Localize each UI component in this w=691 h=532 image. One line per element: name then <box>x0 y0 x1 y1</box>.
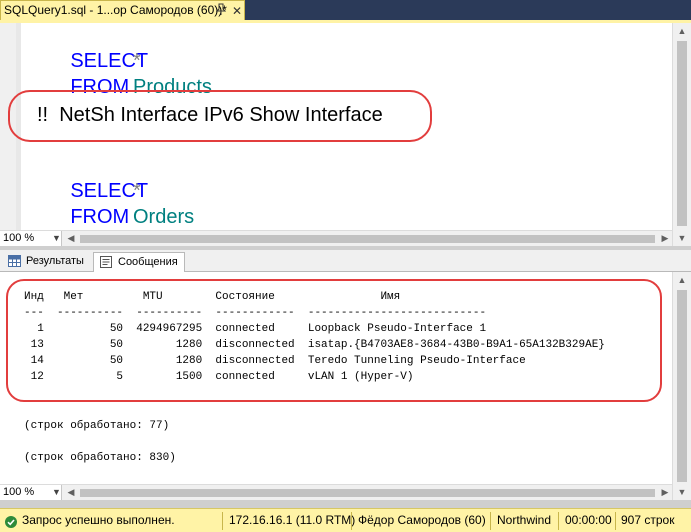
sql-star: * <box>133 180 141 202</box>
editor-zoom-bar: 100 % ▼ ◀ ▶ <box>0 230 672 246</box>
scroll-up-icon[interactable]: ▲ <box>673 272 691 288</box>
status-database: Northwind <box>497 513 552 527</box>
tab-results[interactable]: Результаты <box>2 252 90 272</box>
status-elapsed: 00:00:00 <box>565 513 612 527</box>
results-zoom-bar: 100 % ▼ ◀ ▶ <box>0 484 672 500</box>
messages-vertical-scrollbar[interactable]: ▲ ▼ <box>672 272 691 500</box>
status-server: 172.16.16.1 (11.0 RTM) <box>229 513 356 527</box>
close-icon[interactable]: ✕ <box>232 2 242 20</box>
scroll-right-icon[interactable]: ▶ <box>658 485 672 500</box>
message-row: 13 50 1280 disconnected isatap.{B4703AE8… <box>24 339 605 351</box>
status-separator <box>615 512 616 530</box>
zoom-value: 100 % <box>3 232 35 244</box>
messages-header: Инд Мет MTU Состояние Имя <box>24 291 401 303</box>
message-row: 12 5 1500 connected vLAN 1 (Hyper-V) <box>24 371 414 383</box>
sql-star: * <box>133 50 141 72</box>
document-tab-title: SQLQuery1.sql - 1...ор Самородов (60))* <box>4 3 227 17</box>
scroll-down-icon[interactable]: ▼ <box>673 484 691 500</box>
editor-zoom-select[interactable]: 100 % ▼ <box>0 231 62 246</box>
rows-affected-message: (строк обработано: 830) <box>24 452 176 464</box>
scroll-thumb[interactable] <box>677 41 687 226</box>
tab-messages[interactable]: Сообщения <box>93 252 185 273</box>
ssms-window: SQLQuery1.sql - 1...ор Самородов (60))* … <box>0 0 691 532</box>
scroll-right-icon[interactable]: ▶ <box>658 231 672 246</box>
message-row: 14 50 1280 disconnected Teredo Tunneling… <box>24 355 526 367</box>
query-editor[interactable]: SELECT * FROM Products !! NetSh Interface … <box>0 23 672 230</box>
document-tab-strip: SQLQuery1.sql - 1...ор Самородов (60))* … <box>0 0 691 23</box>
zoom-value: 100 % <box>3 486 35 498</box>
scroll-left-icon[interactable]: ◀ <box>64 485 78 500</box>
message-row: 1 50 4294967295 connected Loopback Pseud… <box>24 323 487 335</box>
results-tab-strip: Результаты Сообщения <box>0 250 691 273</box>
scroll-thumb[interactable] <box>677 290 687 482</box>
sql-keyword: FROM <box>70 206 130 228</box>
status-separator <box>351 512 352 530</box>
messages-separator: --- ---------- ---------- ------------ -… <box>24 307 487 319</box>
tab-messages-label: Сообщения <box>118 256 178 268</box>
status-bar: Запрос успешно выполнен. 172.16.16.1 (11… <box>0 508 691 532</box>
rows-affected-message: (строк обработано: 77) <box>24 420 170 432</box>
highlight-annotation <box>8 90 432 142</box>
tab-results-label: Результаты <box>26 255 84 267</box>
status-rows: 907 строк <box>621 513 675 527</box>
status-message: Запрос успешно выполнен. <box>22 513 175 527</box>
chevron-down-icon: ▼ <box>52 487 61 497</box>
status-separator <box>490 512 491 530</box>
status-user: Фёдор Самородов (60) <box>358 513 486 527</box>
check-circle-icon <box>4 514 18 528</box>
editor-vertical-scrollbar[interactable]: ▲ ▼ <box>672 23 691 246</box>
status-separator <box>222 512 223 530</box>
scroll-down-icon[interactable]: ▼ <box>673 230 691 246</box>
chevron-down-icon: ▼ <box>52 233 61 243</box>
horizontal-scroll-thumb[interactable] <box>80 489 655 497</box>
messages-icon <box>100 256 113 268</box>
scroll-left-icon[interactable]: ◀ <box>64 231 78 246</box>
status-separator <box>558 512 559 530</box>
sql-table-name: Orders <box>133 206 195 228</box>
messages-panel[interactable]: Инд Мет MTU Состояние Имя --- ----------… <box>0 272 672 484</box>
results-zoom-select[interactable]: 100 % ▼ <box>0 485 62 500</box>
horizontal-scroll-thumb[interactable] <box>80 235 655 243</box>
grid-icon <box>8 255 21 267</box>
document-tab[interactable]: SQLQuery1.sql - 1...ор Самородов (60))* … <box>0 0 245 20</box>
scroll-up-icon[interactable]: ▲ <box>673 23 691 39</box>
